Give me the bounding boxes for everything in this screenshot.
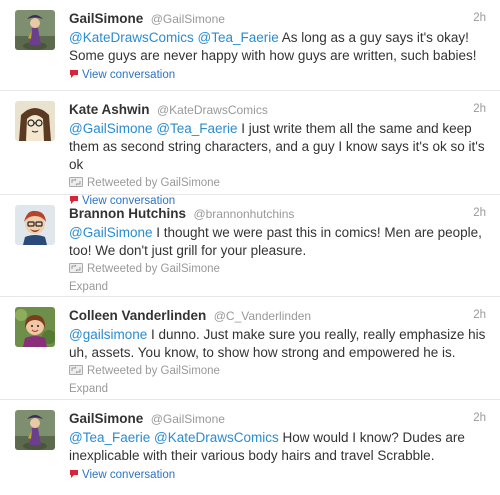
mention-link[interactable]: @Tea_Faerie <box>156 121 237 136</box>
tweet-text: @GailSimone @Tea_Faerie I just write the… <box>69 120 489 174</box>
tweet-item[interactable]: Colleen Vanderlinden @C_Vanderlinden 2h … <box>0 297 500 400</box>
tweet-fullname[interactable]: Brannon Hutchins <box>69 206 186 221</box>
tweet-timestamp[interactable]: 2h <box>473 12 486 24</box>
tweet-username[interactable]: @C_Vanderlinden <box>214 309 311 323</box>
tweet-text: @Tea_Faerie @KateDrawsComics How would I… <box>69 429 489 465</box>
speech-bubble-icon <box>70 70 78 78</box>
tweet-fullname[interactable]: GailSimone <box>69 11 143 26</box>
tweet-username[interactable]: @brannonhutchins <box>193 207 294 221</box>
tweet-username[interactable]: @GailSimone <box>151 412 225 426</box>
timeline: GailSimone @GailSimone 2h @KateDrawsComi… <box>0 0 500 495</box>
retweeted-by-label: Retweeted by GailSimone <box>87 263 220 275</box>
speech-bubble-icon <box>70 470 78 478</box>
view-conversation-link[interactable]: View conversation <box>69 467 488 483</box>
avatar[interactable] <box>15 307 55 347</box>
mention-link[interactable]: @KateDrawsComics <box>69 30 194 45</box>
retweeted-by-label: Retweeted by GailSimone <box>87 365 220 377</box>
avatar[interactable] <box>15 410 55 450</box>
expand-link[interactable]: Expand <box>69 381 488 397</box>
tweet-username[interactable]: @KateDrawsComics <box>157 103 268 117</box>
expand-link[interactable]: Expand <box>69 279 488 295</box>
view-conversation-label: View conversation <box>82 69 176 81</box>
view-conversation-label: View conversation <box>82 469 176 481</box>
mention-link[interactable]: @gailsimone <box>69 327 147 342</box>
retweet-icon <box>69 365 83 375</box>
tweet-item[interactable]: Brannon Hutchins @brannonhutchins 2h @Ga… <box>0 195 500 297</box>
tweet-text: @GailSimone I thought we were past this … <box>69 224 489 260</box>
avatar[interactable] <box>15 101 55 141</box>
retweet-icon <box>69 177 83 187</box>
avatar[interactable] <box>15 10 55 50</box>
tweet-timestamp[interactable]: 2h <box>473 207 486 219</box>
tweet-text: @gailsimone I dunno. Just make sure you … <box>69 326 489 362</box>
retweeted-by-label: Retweeted by GailSimone <box>87 177 220 189</box>
tweet-item[interactable]: GailSimone @GailSimone 2h @KateDrawsComi… <box>0 0 500 91</box>
mention-link[interactable]: @Tea_Faerie <box>69 430 150 445</box>
mention-link[interactable]: @GailSimone <box>69 225 153 240</box>
tweet-timestamp[interactable]: 2h <box>473 309 486 321</box>
tweet-item[interactable]: GailSimone @GailSimone 2h @Tea_Faerie @K… <box>0 400 500 495</box>
mention-link[interactable]: @GailSimone <box>69 121 153 136</box>
avatar[interactable] <box>15 205 55 245</box>
tweet-fullname[interactable]: Kate Ashwin <box>69 102 150 117</box>
tweet-text: @KateDrawsComics @Tea_Faerie As long as … <box>69 29 489 65</box>
tweet-item[interactable]: Kate Ashwin @KateDrawsComics 2h @GailSim… <box>0 91 500 207</box>
tweet-timestamp[interactable]: 2h <box>473 412 486 424</box>
retweeted-by: Retweeted by GailSimone <box>69 176 488 191</box>
tweet-username[interactable]: @GailSimone <box>151 12 225 26</box>
tweet-timestamp[interactable]: 2h <box>473 103 486 115</box>
tweet-fullname[interactable]: GailSimone <box>69 411 143 426</box>
view-conversation-link[interactable]: View conversation <box>69 67 488 83</box>
mention-link[interactable]: @KateDrawsComics <box>154 430 279 445</box>
retweet-icon <box>69 263 83 273</box>
mention-link[interactable]: @Tea_Faerie <box>198 30 279 45</box>
retweeted-by: Retweeted by GailSimone <box>69 364 488 379</box>
retweeted-by: Retweeted by GailSimone <box>69 262 488 277</box>
tweet-fullname[interactable]: Colleen Vanderlinden <box>69 308 206 323</box>
